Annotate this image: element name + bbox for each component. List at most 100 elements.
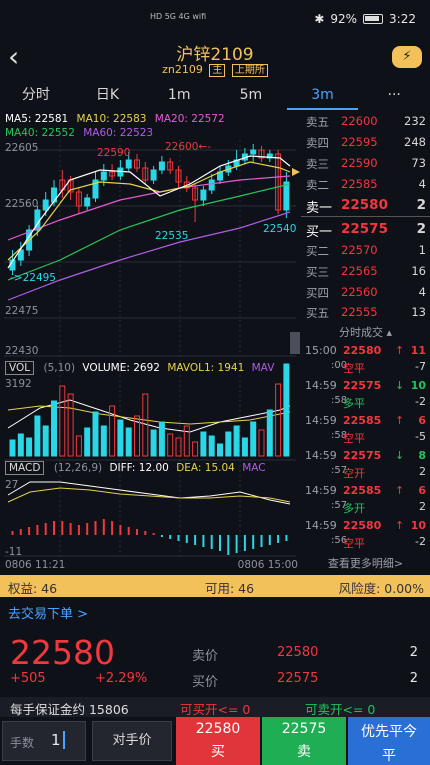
sell-button[interactable]: 22575 卖 [262,717,346,765]
volume-bar [117,419,124,457]
bid-row-3[interactable]: 买三 22565 16 [301,261,430,282]
arrow-up-icon: ↑ [395,484,405,497]
arrow-up-icon: ↑ [395,344,405,357]
volume-bar [258,429,265,457]
arrow-up-icon: ↑ [395,414,405,427]
tab-daily[interactable]: 日K [72,82,144,110]
volume-bar [51,400,57,457]
trades-header[interactable]: 分时成交 ▴ [301,324,430,342]
ma60-value: MA60: 22523 [83,127,154,139]
trade-row: 14:59:57 22575 空开 ↓ 8 2 [301,447,430,481]
price-change: +505 [10,671,46,686]
ask-row-2[interactable]: 卖二 22585 4 [301,174,430,195]
annotation-22540: 22540 [263,223,297,235]
volume-bar [241,437,248,457]
mavol2-value: MAV [251,362,275,374]
candle [150,169,157,181]
tab-timeshare[interactable]: 分时 [0,82,72,110]
candle [84,197,91,207]
tab-5m[interactable]: 5m [215,82,287,110]
macd-diff-line [7,481,291,505]
kline-svg [4,140,300,560]
price-axis-bottom: 22430 [5,345,39,357]
bid-row-5[interactable]: 买五 22555 13 [301,302,430,323]
flash-trade-button[interactable]: ⚡ [392,46,422,68]
volume-bar [192,441,199,457]
trade-row: 14:59:57 22585 多开 ↑ 6 2 [301,482,430,516]
clock: 3:22 [389,12,416,26]
buy-button-label: 买 [211,744,225,760]
volume-indicator-select[interactable]: VOL [5,361,35,375]
equity: 权益: 46 [8,581,58,596]
volume-axis-max: 3192 [5,378,32,390]
exchange-tag: 上期所 [231,64,268,77]
volume-bar [75,435,82,457]
volume-bar [100,425,107,457]
bid-row-2[interactable]: 买二 22570 1 [301,240,430,261]
volume-bar [26,437,33,457]
ask-row-3[interactable]: 卖三 22590 73 [301,153,430,174]
trade-oi-change: 2 [419,500,426,513]
volume-bar [233,425,240,457]
back-icon[interactable]: ‹ [8,42,30,74]
volume-bar [9,439,16,457]
contract-code: zn2109 [162,63,203,76]
trade-type: 多平 [343,397,365,410]
go-trade-link[interactable]: 去交易下单 > [8,603,88,622]
annotation-22535: 22535 [155,230,189,242]
buy-open-available: 可买开<= 0 [180,702,251,717]
volume-value: VOLUME: 2692 [82,362,160,374]
trade-type: 空平 [343,362,365,375]
trade-oi-change: -2 [415,395,426,408]
trade-row: 15:00:00 22580 空平 ↑ 11 -7 [301,342,430,376]
margin-bar: 每手保证金约 15806 可买开<= 0 可卖开<= 0 [0,697,430,717]
opponent-price-button[interactable]: 对手价 [92,721,172,761]
tab-more[interactable]: ··· [358,82,430,110]
trade-type: 空平 [343,537,365,550]
status-bar: HD 5G 4G wifi ✱ 92% 3:22 [0,0,430,40]
volume-bar [84,427,91,457]
header: 沪锌2109 zn2109 主 上期所 ‹ ⚡ [0,40,430,80]
quantity-input[interactable]: 手数 1 [2,721,86,761]
more-detail-link[interactable]: 查看更多明细> [301,555,430,571]
kline-chart[interactable]: MA5: 22581 MA10: 22583 MA20: 22572 MA40:… [0,110,300,572]
bid-row-1[interactable]: 买一 22575 2 [301,218,430,240]
volume-bar [17,433,24,457]
bid-row-4[interactable]: 买四 22560 4 [301,282,430,303]
ma10-line [7,161,291,261]
account-bar: 权益: 46 可用: 46 风险度: 0.00% [0,575,430,597]
arrow-down-icon: ↓ [395,379,405,392]
available: 可用: 46 [205,581,255,596]
tab-3m[interactable]: 3m [286,82,359,110]
bid-price: 22575 [277,671,319,686]
close-today-button[interactable]: 优先平今 平 [348,717,430,765]
annotation-22590: 22590 [97,147,131,159]
candle [42,199,49,211]
price-axis-3: 22475 [5,305,39,317]
sell-button-label: 卖 [297,744,311,760]
mavol-line1 [7,399,291,433]
trade-type: 多开 [343,502,365,515]
volume-bar [283,363,290,457]
volume-bar [217,443,223,457]
ask-row-4[interactable]: 卖四 22595 248 [301,132,430,153]
buy-button[interactable]: 22580 买 [176,717,260,765]
quantity-value: 1 [51,731,65,749]
contract-subtitle: zn2109 主 上期所 [0,61,430,77]
volume-bar [200,431,207,457]
trade-volume: 8 [418,449,426,462]
candle [283,181,290,211]
macd-axis-top: 27 [5,479,19,491]
order-book: 卖五 22600 232 卖四 22595 248 卖三 22590 73 卖二 22585 4… [301,110,430,320]
candle [158,161,165,171]
ask-row-1[interactable]: 卖一 22580 2 [301,194,430,216]
trade-price: 22575 [343,449,382,462]
trade-row: 14:59:56 22580 空平 ↑ 10 -2 [301,517,430,551]
ask-row-5[interactable]: 卖五 22600 232 [301,111,430,132]
time-axis-end: 0806 15:00 [237,559,298,571]
mavol1-value: MAVOL1: 1941 [167,362,245,374]
macd-indicator-select[interactable]: MACD [5,461,45,475]
sell-button-price: 22575 [281,721,327,737]
tab-1m[interactable]: 1m [143,82,215,110]
volume-bar [42,425,49,457]
